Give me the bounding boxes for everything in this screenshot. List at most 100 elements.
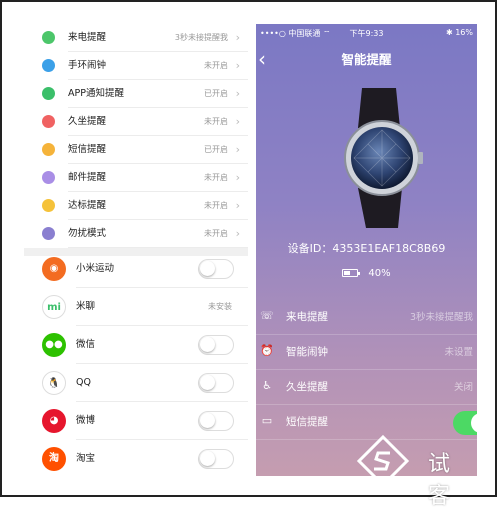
notify-item[interactable]: 来电提醒 3秒未接提醒我 › bbox=[24, 24, 248, 52]
screenshot-frame: 来电提醒 3秒未接提醒我 › 手环闹钟 未开启 › APP通知提醒 已开启 › 久坐提醒 未开启 › 短… bbox=[0, 0, 497, 509]
app-item[interactable]: ●● 微信 bbox=[24, 326, 248, 364]
notify-item[interactable]: 邮件提醒 未开启 › bbox=[24, 164, 248, 192]
reminder-item-label: 短信提醒 bbox=[286, 416, 328, 428]
notify-item-label: 来电提醒 bbox=[68, 32, 107, 43]
notify-list: 来电提醒 3秒未接提醒我 › 手环闹钟 未开启 › APP通知提醒 已开启 › 久坐提醒 未开启 › 短… bbox=[24, 24, 248, 248]
app-item-label: QQ bbox=[76, 377, 91, 388]
app-item-label: 小米运动 bbox=[76, 263, 115, 274]
app-toggle[interactable] bbox=[198, 335, 234, 355]
nav-bar: 智能提醒 ‹ bbox=[256, 44, 477, 76]
app-toggle[interactable] bbox=[198, 411, 234, 431]
reminder-item-status: 3秒未接提醒我 bbox=[409, 312, 473, 323]
app-item-status: 未安装 bbox=[208, 302, 232, 311]
notify-item-label: 邮件提醒 bbox=[68, 172, 107, 183]
chevron-right-icon: › bbox=[235, 143, 240, 156]
watermark-subtext: shike.s188.com bbox=[426, 476, 473, 483]
notify-item[interactable]: 达标提醒 未开启 › bbox=[24, 192, 248, 220]
app-item[interactable]: ◉ 小米运动 bbox=[24, 250, 248, 288]
device-id-label: 设备ID：4353E1EAF18C8B69 bbox=[287, 242, 446, 255]
notify-item[interactable]: 勿扰模式 未开启 › bbox=[24, 220, 248, 248]
notify-item[interactable]: 短信提醒 已开启 › bbox=[24, 136, 248, 164]
battery-icon bbox=[342, 269, 361, 277]
moon-icon bbox=[42, 227, 55, 240]
toggle-knob bbox=[471, 413, 477, 433]
mi-sport-icon: ◉ bbox=[42, 257, 66, 281]
toggle-knob bbox=[200, 337, 215, 352]
notify-item[interactable]: 手环闹钟 未开启 › bbox=[24, 52, 248, 80]
notify-item-label: 短信提醒 bbox=[68, 144, 107, 155]
app-toggle[interactable] bbox=[198, 259, 234, 279]
reminder-item[interactable]: ⏰ 智能闹钟 未设置 bbox=[256, 335, 477, 370]
notify-item-status: 已开启 bbox=[204, 89, 228, 98]
battery-percent: 40% bbox=[368, 268, 391, 279]
toggle-knob bbox=[200, 451, 215, 466]
notify-item-label: 勿扰模式 bbox=[68, 228, 107, 239]
app-toggle[interactable] bbox=[198, 449, 234, 469]
divider bbox=[68, 247, 248, 248]
app-item[interactable]: mi 米聊 未安装 bbox=[24, 288, 248, 326]
notify-item-status: 未开启 bbox=[204, 61, 228, 70]
app-icon bbox=[42, 87, 55, 100]
chevron-right-icon: › bbox=[235, 31, 240, 44]
app-item[interactable]: 淘淘宝 bbox=[24, 440, 248, 476]
notify-item-label: 手环闹钟 bbox=[68, 60, 107, 71]
app-item[interactable]: 🐧 QQ bbox=[24, 364, 248, 402]
phone-icon: ☏ bbox=[260, 309, 274, 322]
watermark-logo-icon bbox=[356, 434, 410, 488]
chevron-right-icon: › bbox=[235, 227, 240, 240]
page-title: 智能提醒 bbox=[341, 52, 392, 67]
sms-icon bbox=[42, 143, 55, 156]
app-toggle[interactable] bbox=[198, 373, 234, 393]
notify-item-status: 3秒未接提醒我 bbox=[174, 33, 228, 42]
qq-icon: 🐧 bbox=[42, 371, 66, 395]
sedentary-icon bbox=[42, 115, 55, 128]
notify-item-status: 未开启 bbox=[204, 201, 228, 210]
watch-crown bbox=[418, 152, 423, 164]
chevron-right-icon: › bbox=[235, 199, 240, 212]
back-button[interactable]: ‹ bbox=[258, 46, 278, 72]
reminder-item-status: 关闭 bbox=[453, 382, 473, 393]
app-item-label: 淘宝 bbox=[76, 453, 96, 464]
sms-icon: ▭ bbox=[261, 414, 273, 427]
notify-item[interactable]: 久坐提醒 未开启 › bbox=[24, 108, 248, 136]
reminder-item[interactable]: ♿ 久坐提醒 关闭 bbox=[256, 370, 477, 405]
chevron-right-icon: › bbox=[235, 115, 240, 128]
alarm-icon bbox=[42, 59, 55, 72]
notify-item-label: APP通知提醒 bbox=[68, 88, 124, 99]
status-bar: ••••○ 中国联通 ⌔ 下午9:33 ✱ 16% bbox=[256, 24, 477, 44]
chevron-right-icon: › bbox=[235, 171, 240, 184]
taobao-icon: 淘 bbox=[42, 447, 66, 471]
battery-row: 40% bbox=[256, 268, 477, 284]
reminder-item-status: 未设置 bbox=[444, 347, 473, 358]
watermark: 试 客 shike.s188.com bbox=[348, 432, 497, 509]
notify-item-status: 已开启 bbox=[204, 145, 228, 154]
watch-image bbox=[344, 88, 423, 228]
status-battery: ✱ 16% bbox=[445, 28, 473, 37]
notify-item-label: 久坐提醒 bbox=[68, 116, 107, 127]
weibo-icon: ◕ bbox=[42, 409, 66, 433]
toggle-knob bbox=[200, 261, 215, 276]
notify-item-label: 达标提醒 bbox=[68, 200, 107, 211]
app-item-label: 微博 bbox=[76, 415, 96, 426]
reminder-item-label: 来电提醒 bbox=[286, 311, 328, 323]
notify-item-status: 未开启 bbox=[204, 173, 228, 182]
app-item-label: 微信 bbox=[76, 339, 96, 350]
reminder-item-label: 智能闹钟 bbox=[286, 346, 328, 358]
status-time: 下午9:33 bbox=[349, 29, 384, 38]
toggle-knob bbox=[200, 375, 215, 390]
toggle-knob bbox=[200, 413, 215, 428]
notification-settings-panel: 来电提醒 3秒未接提醒我 › 手环闹钟 未开启 › APP通知提醒 已开启 › 久坐提醒 未开启 › 短… bbox=[24, 24, 248, 476]
notify-item[interactable]: APP通知提醒 已开启 › bbox=[24, 80, 248, 108]
battery-fill bbox=[344, 271, 350, 275]
star-icon bbox=[42, 199, 55, 212]
reminder-item[interactable]: ☏ 来电提醒 3秒未接提醒我 bbox=[256, 300, 477, 335]
smart-reminder-screen: ••••○ 中国联通 ⌔ 下午9:33 ✱ 16% 智能提醒 ‹ 设备ID：43… bbox=[256, 24, 477, 476]
alarm-icon: ⏰ bbox=[260, 344, 274, 357]
app-item[interactable]: ◕ 微博 bbox=[24, 402, 248, 440]
notify-item-status: 未开启 bbox=[204, 229, 228, 238]
chevron-right-icon: › bbox=[235, 59, 240, 72]
wechat-icon: ●● bbox=[42, 333, 66, 357]
miliao-icon: mi bbox=[42, 295, 66, 319]
app-item-label: 米聊 bbox=[76, 301, 96, 312]
app-list: ◉ 小米运动 mi 米聊 未安装 ●● 微信 🐧 QQ ◕ 微博淘淘宝 bbox=[24, 256, 248, 476]
